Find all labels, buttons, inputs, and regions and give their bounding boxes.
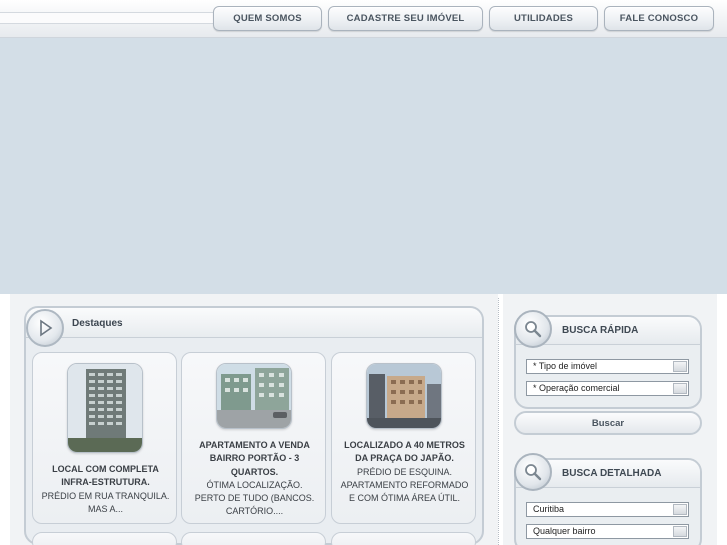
destaque-card-3[interactable]: LOCALIZADO A 40 METROS DA PRAÇA DO JAPÃO… xyxy=(331,352,476,524)
buscar-button[interactable]: Buscar xyxy=(514,411,702,435)
cidade-value: Curitiba xyxy=(533,504,565,514)
destaque-card-2[interactable]: APARTAMENTO A VENDA BAIRRO PORTÃO - 3 QU… xyxy=(181,352,326,524)
building-photo-2 xyxy=(217,364,291,428)
play-icon xyxy=(26,309,64,347)
destaque-card-5[interactable] xyxy=(181,532,326,545)
busca-rapida-title: BUSCA RÁPIDA xyxy=(562,325,639,336)
destaque-caption-3: LOCALIZADO A 40 METROS DA PRAÇA DO JAPÃO… xyxy=(340,439,469,505)
destaque-text-3: PRÉDIO DE ESQUINA. APARTAMENTO REFORMADO… xyxy=(340,466,469,504)
building-photo-3 xyxy=(367,364,441,428)
destaques-title: Destaques xyxy=(72,318,123,329)
magnifier-icon xyxy=(514,310,552,348)
destaque-headline-3: LOCALIZADO A 40 METROS DA PRAÇA DO JAPÃO… xyxy=(344,440,465,464)
destaque-text-1: PRÉDIO EM RUA TRANQUILA. MAS A... xyxy=(41,490,170,514)
building-photo-1 xyxy=(68,364,142,452)
property-photo-1[interactable] xyxy=(67,363,143,453)
operacao-comercial-select[interactable]: * Operação comercial xyxy=(526,381,689,396)
bairro-select[interactable]: Qualquer bairro xyxy=(526,524,689,539)
nav-cadastre-imovel-button[interactable]: CADASTRE SEU IMÓVEL xyxy=(328,6,483,31)
chevron-down-icon[interactable] xyxy=(673,504,687,515)
chevron-down-icon[interactable] xyxy=(673,383,687,394)
operacao-comercial-value: * Operação comercial xyxy=(533,383,620,393)
nav-rule xyxy=(0,12,214,24)
destaque-caption-1: LOCAL COM COMPLETA INFRA-ESTRUTURA. PRÉD… xyxy=(41,463,170,516)
bairro-value: Qualquer bairro xyxy=(533,526,596,536)
nav-quem-somos-button[interactable]: QUEM SOMOS xyxy=(213,6,322,31)
tipo-imovel-value: * Tipo de imóvel xyxy=(533,361,598,371)
destaque-card-6[interactable] xyxy=(331,532,476,545)
chevron-down-icon[interactable] xyxy=(673,361,687,372)
property-photo-2[interactable] xyxy=(216,363,292,429)
play-icon-shape xyxy=(40,319,53,337)
magnifier-icon xyxy=(514,453,552,491)
property-photo-3[interactable] xyxy=(366,363,442,429)
destaque-caption-2: APARTAMENTO A VENDA BAIRRO PORTÃO - 3 QU… xyxy=(190,439,319,519)
destaques-header: Destaques xyxy=(26,308,482,338)
magnifier-icon-shape xyxy=(525,321,542,338)
destaque-headline-1: LOCAL COM COMPLETA INFRA-ESTRUTURA. xyxy=(52,464,159,488)
nav-fale-conosco-button[interactable]: FALE CONOSCO xyxy=(604,6,714,31)
chevron-down-icon[interactable] xyxy=(673,526,687,537)
top-nav: QUEM SOMOS CADASTRE SEU IMÓVEL UTILIDADE… xyxy=(0,0,727,38)
destaque-card-4[interactable] xyxy=(32,532,177,545)
column-divider xyxy=(498,298,499,545)
busca-detalhada-title: BUSCA DETALHADA xyxy=(562,468,662,479)
cidade-select[interactable]: Curitiba xyxy=(526,502,689,517)
destaque-text-2: ÓTIMA LOCALIZAÇÃO. PERTO DE TUDO (BANCOS… xyxy=(194,479,315,517)
tipo-imovel-select[interactable]: * Tipo de imóvel xyxy=(526,359,689,374)
nav-utilidades-button[interactable]: UTILIDADES xyxy=(489,6,598,31)
magnifier-icon-shape xyxy=(525,464,542,481)
destaque-card-1[interactable]: LOCAL COM COMPLETA INFRA-ESTRUTURA. PRÉD… xyxy=(32,352,177,524)
destaque-headline-2: APARTAMENTO A VENDA BAIRRO PORTÃO - 3 QU… xyxy=(199,440,310,477)
banner-area xyxy=(0,38,727,294)
